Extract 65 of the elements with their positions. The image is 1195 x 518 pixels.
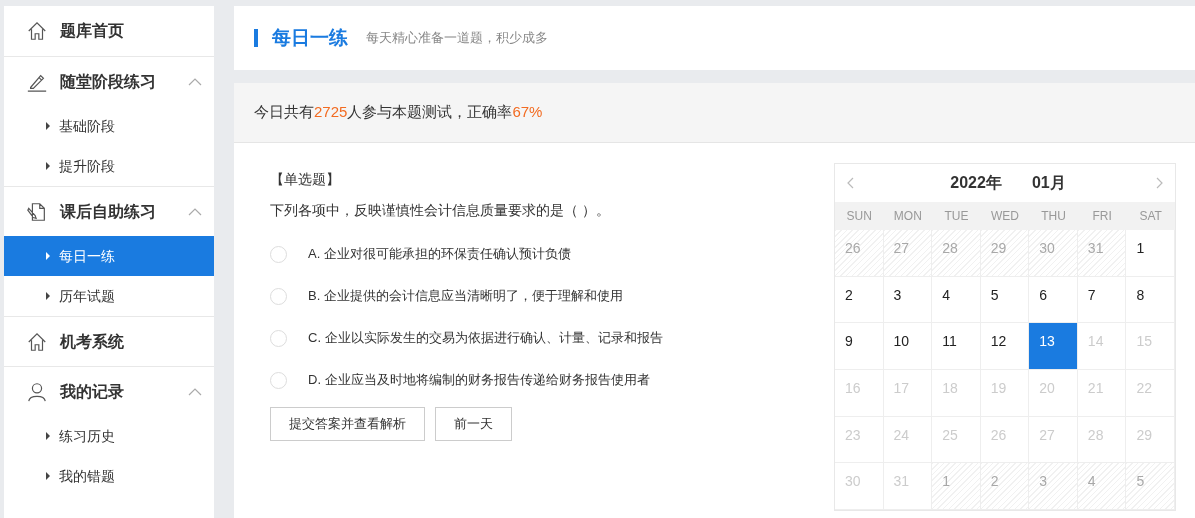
caret-icon [46, 292, 50, 300]
sidebar-item[interactable]: 基础阶段 [4, 106, 214, 146]
weekday-label: SAT [1138, 208, 1163, 225]
option-text: A. 企业对很可能承担的环保责任确认预计负债 [308, 245, 571, 264]
weekday-label: TUE [943, 208, 970, 225]
calendar-day[interactable]: 5 [980, 276, 1030, 324]
calendar-day: 4 [1077, 463, 1127, 510]
calendar-day[interactable]: 13 [1029, 323, 1078, 370]
action-button[interactable]: 提交答案并查看解析 [270, 407, 425, 441]
house-icon [26, 20, 48, 42]
calendar-day[interactable]: 7 [1077, 276, 1127, 324]
calendar-day: 5 [1126, 463, 1175, 510]
sidebar-item[interactable]: 提升阶段 [4, 146, 214, 186]
calendar-day: 3 [1029, 463, 1078, 510]
sidebar-item[interactable]: 每日一练 [4, 236, 214, 276]
caret-icon [46, 122, 50, 130]
calendar-day[interactable]: 2 [835, 276, 884, 324]
caret-icon [46, 472, 50, 480]
calendar-day: 29 [980, 230, 1030, 277]
calendar-day: 27 [883, 230, 933, 277]
calendar-day: 26 [835, 230, 884, 277]
previous-month-icon[interactable] [847, 177, 854, 189]
calendar-day[interactable]: 8 [1126, 276, 1175, 324]
calendar-day: 2 [980, 463, 1030, 510]
calendar-day: 28 [932, 230, 981, 277]
house-icon [26, 330, 48, 353]
title-accent-bar [254, 29, 258, 47]
page-subtitle: 每天精心准备一道题，积少成多 [366, 29, 548, 48]
caret-icon [46, 162, 50, 170]
caret-icon [46, 432, 50, 440]
person-icon [26, 380, 48, 403]
calendar-day[interactable]: 1 [1126, 230, 1175, 277]
sidebar-group[interactable]: 我的记录 [4, 366, 214, 416]
calendar-day[interactable]: 10 [883, 323, 933, 370]
calendar-day: 31 [1077, 230, 1127, 277]
sidebar-group[interactable]: 机考系统 [4, 316, 214, 366]
sidebar-item[interactable]: 练习历史 [4, 416, 214, 456]
option-text: D. 企业应当及时地将编制的财务报告传递给财务报告使用者 [308, 371, 650, 390]
calendar-day: 1 [932, 463, 981, 510]
weekday-label: MON [892, 208, 923, 225]
sidebar-item[interactable]: 历年试题 [4, 276, 214, 316]
document-pencil-icon [26, 200, 48, 223]
weekday-label: SUN [845, 208, 873, 225]
calendar-day[interactable]: 11 [932, 323, 981, 370]
sidebar-group[interactable]: 题库首页 [4, 6, 214, 56]
action-button[interactable]: 前一天 [435, 407, 512, 441]
next-month-icon[interactable] [1156, 177, 1163, 189]
option-text: C. 企业以实际发生的交易为依据进行确认、计量、记录和报告 [308, 329, 663, 348]
weekday-label: WED [990, 208, 1020, 225]
sidebar-item[interactable]: 我的错题 [4, 456, 214, 496]
caret-icon [46, 252, 50, 260]
weekday-label: FRI [1091, 208, 1113, 225]
option-text: B. 企业提供的会计信息应当清晰明了，便于理解和使用 [308, 287, 623, 306]
calendar-month: 01月 [1031, 173, 1066, 193]
sidebar-group[interactable]: 随堂阶段练习 [4, 56, 214, 106]
calendar-year: 2022年 [950, 173, 1002, 193]
calendar-day: 30 [1029, 230, 1078, 277]
calendar-day[interactable]: 9 [835, 323, 884, 370]
question-text: 下列各项中，反映谨慎性会计信息质量要求的是（ ）。 [270, 201, 611, 220]
question-type: 【单选题】 [270, 170, 341, 189]
calendar-day[interactable]: 3 [883, 276, 933, 324]
page-title: 每日一练 [272, 25, 348, 50]
participation-stats: 今日共有2725人参与本题测试，正确率67% [234, 83, 1195, 143]
weekday-label: THU [1040, 208, 1067, 225]
calendar-day[interactable]: 4 [932, 276, 981, 324]
